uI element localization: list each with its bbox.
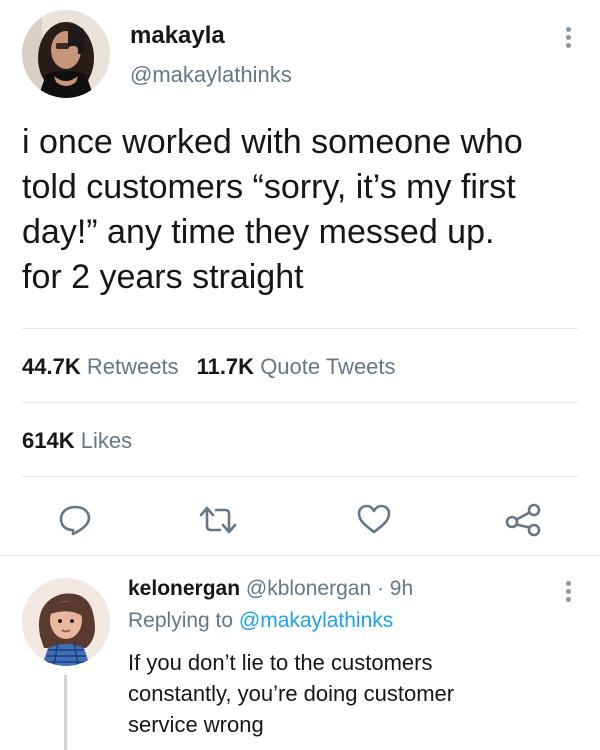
like-icon[interactable]: [356, 503, 392, 535]
quotes-count: 11.7K: [196, 354, 255, 379]
replying-prefix: Replying to: [128, 609, 239, 632]
reply-more-options-icon[interactable]: [563, 578, 573, 605]
divider: [22, 402, 578, 403]
retweets-count: 44.7K: [22, 354, 81, 379]
divider: [22, 328, 578, 329]
author-handle[interactable]: @makaylathinks: [130, 62, 292, 88]
engagement-stats: 44.7K Retweets 11.7K Quote Tweets: [22, 354, 396, 380]
author-avatar[interactable]: [22, 10, 110, 98]
reply-avatar[interactable]: [22, 578, 110, 666]
likes-label: Likes: [80, 428, 133, 453]
likes-count: 614K: [22, 428, 75, 453]
tweet-separator: [0, 555, 600, 556]
more-options-icon[interactable]: [563, 24, 573, 51]
retweets-label: Retweets: [86, 354, 179, 379]
thread-line: [64, 675, 67, 750]
reply-author-handle[interactable]: @kblonergan: [246, 577, 371, 600]
retweet-icon[interactable]: [198, 504, 238, 536]
reply-icon[interactable]: [58, 504, 92, 536]
reply-meta-separator: ·: [371, 577, 390, 600]
replying-to-link[interactable]: @makaylathinks: [239, 609, 393, 632]
tweet-text-line: told customers “sorry, it’s my first: [22, 168, 516, 206]
avatar-photo: [22, 10, 110, 98]
tweet-text-line: for 2 years straight: [22, 258, 304, 296]
reply-text-line: constantly, you’re doing customer: [128, 681, 455, 706]
tweet-text-line: day!” any time they messed up.: [22, 213, 495, 251]
replying-to: Replying to @makaylathinks: [128, 609, 393, 633]
quotes-stat[interactable]: 11.7K Quote Tweets: [197, 354, 396, 379]
divider: [22, 476, 578, 477]
author-name[interactable]: makayla: [130, 22, 225, 50]
tweet-text-line: i once worked with someone who: [22, 123, 523, 161]
likes-stat[interactable]: 614K Likes: [22, 428, 132, 454]
tweet-text: i once worked with someone who told cust…: [22, 120, 582, 300]
reply-text-line: service wrong: [128, 712, 264, 737]
reply-text-line: If you don’t lie to the customers: [128, 650, 433, 675]
reply-header: kelonergan @kblonergan · 9h: [128, 577, 413, 601]
share-icon[interactable]: [504, 502, 542, 538]
avatar-illustration: [22, 578, 110, 666]
quotes-label: Quote Tweets: [260, 354, 396, 379]
retweets-stat[interactable]: 44.7K Retweets: [22, 354, 179, 379]
reply-text: If you don’t lie to the customers consta…: [128, 647, 568, 740]
reply-timestamp[interactable]: 9h: [390, 577, 413, 600]
reply-author-name[interactable]: kelonergan: [128, 577, 240, 600]
